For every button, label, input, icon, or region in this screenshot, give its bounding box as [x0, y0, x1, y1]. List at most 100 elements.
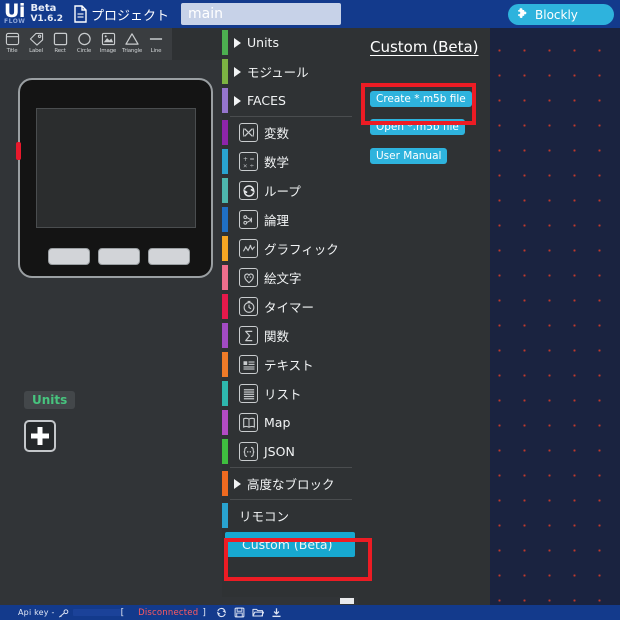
category-graphics[interactable]: グラフィック: [222, 234, 358, 263]
project-name-input[interactable]: [181, 3, 342, 25]
map-book-icon: [239, 413, 258, 432]
category-text[interactable]: テキスト: [222, 350, 358, 379]
connection-status: Disconnected: [138, 607, 199, 618]
category-color-bar: [222, 439, 228, 464]
category-label: グラフィック: [264, 242, 339, 257]
device-button-b[interactable]: [98, 248, 140, 265]
device-preview-pane: Units 隠す: [0, 60, 222, 605]
rectangle-icon: [53, 30, 68, 47]
document-icon: [73, 5, 88, 23]
category-scrollbar[interactable]: [222, 597, 358, 605]
save-disk-icon[interactable]: [234, 607, 245, 618]
blockly-button[interactable]: Blockly: [508, 4, 614, 25]
json-icon: [239, 442, 258, 461]
category-color-bar: [222, 294, 228, 319]
triangle-icon: [124, 30, 140, 47]
category-loop[interactable]: ループ: [222, 176, 358, 205]
tool-title[interactable]: Title: [0, 28, 24, 62]
add-unit-button[interactable]: [24, 420, 56, 452]
category-color-bar: [222, 471, 228, 496]
category-emoji[interactable]: 絵文字: [222, 263, 358, 292]
emoji-heart-icon: [239, 268, 258, 287]
refresh-icon[interactable]: [216, 607, 227, 618]
svg-text:÷: ÷: [249, 163, 254, 168]
category-list[interactable]: リスト: [222, 379, 358, 408]
category-math[interactable]: + = × ÷ 数学: [222, 147, 358, 176]
graphic-icon: [239, 239, 258, 258]
category-label: Custom (Beta): [242, 537, 333, 552]
download-icon[interactable]: [271, 607, 282, 618]
tool-image[interactable]: Image: [96, 28, 120, 62]
tool-triangle[interactable]: Triangle: [120, 28, 144, 62]
line-icon: [148, 30, 164, 47]
category-json[interactable]: JSON: [222, 437, 358, 466]
project-label: プロジェクト: [91, 8, 170, 24]
power-led-indicator: [16, 142, 21, 160]
category-remote[interactable]: リモコン: [222, 501, 358, 530]
category-label: FACES: [247, 93, 286, 108]
category-label: テキスト: [264, 358, 314, 373]
beta-label: Beta: [30, 3, 57, 14]
block-category-list[interactable]: Units モジュール FACES 変数 + = × ÷ 数学 ループ 論理 グ…: [222, 28, 358, 605]
device-button-a[interactable]: [48, 248, 90, 265]
logo-main-text: Ui: [4, 0, 25, 22]
category-label: リモコン: [239, 509, 290, 524]
category-custom-beta-highlight[interactable]: Custom (Beta): [225, 532, 355, 557]
api-key-field[interactable]: [72, 609, 121, 616]
m5stack-device[interactable]: [16, 78, 213, 278]
tool-rect-label: Rect: [54, 48, 66, 54]
tool-image-label: Image: [99, 48, 117, 54]
status-bar: Api key - [ Disconnected ]: [0, 605, 620, 620]
category-label: 高度なブロック: [247, 477, 335, 492]
panel-title: Custom (Beta): [370, 38, 479, 56]
category-color-bar: [222, 178, 228, 203]
app-header: Ui FLOW Beta V1.6.2 プロジェクト main Blockly: [0, 0, 620, 28]
category-faces[interactable]: FACES: [222, 86, 358, 115]
category-logic[interactable]: 論理: [222, 205, 358, 234]
category-units[interactable]: Units: [222, 28, 358, 57]
category-label: モジュール: [247, 65, 309, 80]
category-timer[interactable]: タイマー: [222, 292, 358, 321]
svg-text:=: =: [249, 156, 254, 163]
divider: [230, 499, 352, 500]
tool-rect[interactable]: Rect: [48, 28, 72, 62]
category-label: Map: [264, 415, 291, 430]
tool-circle[interactable]: Circle: [72, 28, 96, 62]
category-custom-beta[interactable]: Custom (Beta): [222, 530, 358, 559]
category-color-bar: [222, 410, 228, 435]
tool-label-label: Label: [29, 48, 43, 54]
category-advanced-blocks[interactable]: 高度なブロック: [222, 469, 358, 498]
open-m5b-button[interactable]: Open *.m5b file: [370, 119, 465, 135]
device-button-c[interactable]: [148, 248, 190, 265]
category-label: 数学: [264, 155, 290, 170]
category-label: リスト: [264, 387, 302, 402]
category-color-bar: [222, 59, 228, 84]
create-m5b-button[interactable]: Create *.m5b file: [370, 91, 472, 107]
puzzle-piece-icon: [516, 5, 529, 24]
plus-icon: [31, 427, 49, 445]
variable-icon: [239, 123, 258, 142]
category-color-bar: [222, 323, 228, 348]
loop-icon: [239, 181, 258, 200]
units-section-label: Units: [24, 391, 76, 409]
circle-icon: [77, 30, 92, 47]
category-module[interactable]: モジュール: [222, 57, 358, 86]
svg-text:×: ×: [242, 163, 247, 168]
blockly-button-label: Blockly: [535, 7, 578, 22]
image-icon: [101, 30, 116, 47]
custom-beta-panel: Custom (Beta) Create *.m5b file Open *.m…: [358, 28, 490, 605]
category-label: タイマー: [264, 300, 315, 315]
tool-line-label: Line: [150, 48, 162, 54]
tool-label[interactable]: Label: [24, 28, 48, 62]
folder-open-icon[interactable]: [252, 607, 264, 618]
tool-line[interactable]: Line: [144, 28, 168, 62]
chevron-right-icon: [234, 95, 241, 106]
user-manual-button[interactable]: User Manual: [370, 148, 448, 164]
category-variables[interactable]: 変数: [222, 118, 358, 147]
category-function[interactable]: 関数: [222, 321, 358, 350]
category-map[interactable]: Map: [222, 408, 358, 437]
category-scrollbar-thumb[interactable]: [340, 598, 354, 604]
device-screen-canvas[interactable]: [36, 108, 196, 228]
category-color-bar: [222, 381, 228, 406]
list-icon: [239, 384, 258, 403]
